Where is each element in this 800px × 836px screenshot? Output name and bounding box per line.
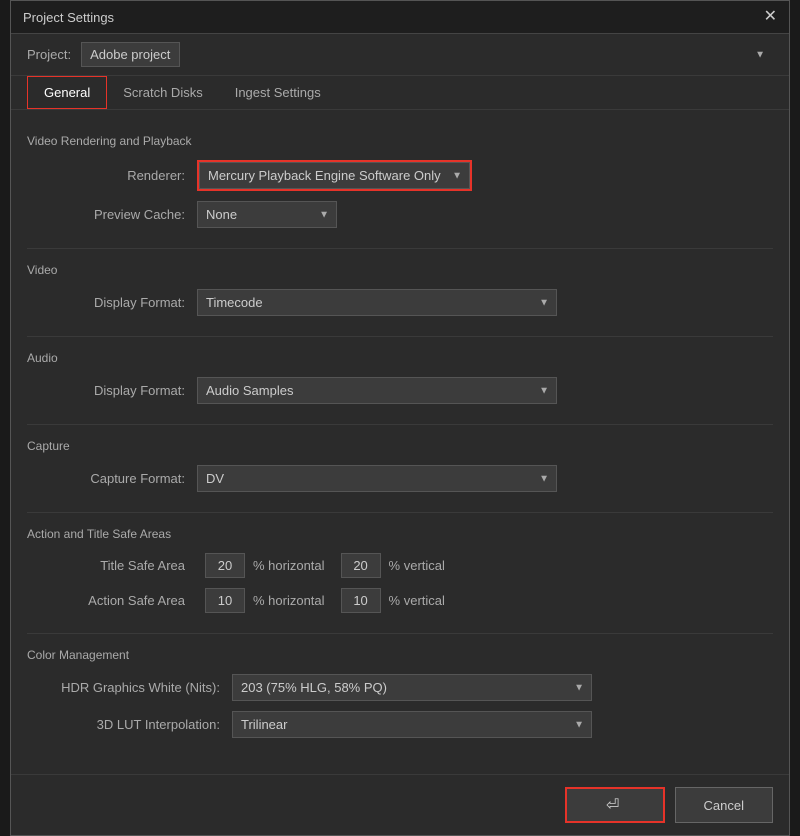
- renderer-select-wrapper: Mercury Playback Engine Software Only: [197, 160, 472, 191]
- color-management-title: Color Management: [27, 648, 773, 662]
- video-rendering-section: Video Rendering and Playback Renderer: M…: [27, 134, 773, 228]
- capture-format-select[interactable]: DV: [197, 465, 557, 492]
- project-row: Project: Adobe project: [11, 34, 789, 76]
- lut-select-wrapper: Trilinear: [232, 711, 592, 738]
- preview-cache-row: Preview Cache: None: [27, 201, 773, 228]
- lut-label: 3D LUT Interpolation:: [47, 717, 232, 732]
- audio-display-format-row: Display Format: Audio Samples: [27, 377, 773, 404]
- content-area: Video Rendering and Playback Renderer: M…: [11, 110, 789, 774]
- footer: ⏎ Cancel: [11, 774, 789, 835]
- lut-row: 3D LUT Interpolation: Trilinear: [27, 711, 773, 738]
- preview-cache-label: Preview Cache:: [47, 207, 197, 222]
- capture-title: Capture: [27, 439, 773, 453]
- hdr-row: HDR Graphics White (Nits): 203 (75% HLG,…: [27, 674, 773, 701]
- title-safe-v-input[interactable]: [341, 553, 381, 578]
- divider-3: [27, 424, 773, 425]
- video-display-format-select[interactable]: Timecode: [197, 289, 557, 316]
- video-display-format-row: Display Format: Timecode: [27, 289, 773, 316]
- renderer-select[interactable]: Mercury Playback Engine Software Only: [199, 162, 470, 189]
- tab-scratch-disks[interactable]: Scratch Disks: [107, 76, 218, 109]
- renderer-row: Renderer: Mercury Playback Engine Softwa…: [27, 160, 773, 191]
- divider-4: [27, 512, 773, 513]
- dialog-title: Project Settings: [23, 10, 114, 25]
- safe-areas-title: Action and Title Safe Areas: [27, 527, 773, 541]
- hdr-select-wrapper: 203 (75% HLG, 58% PQ): [232, 674, 592, 701]
- cancel-button[interactable]: Cancel: [675, 787, 773, 823]
- action-safe-row: Action Safe Area % horizontal % vertical: [27, 588, 773, 613]
- capture-format-row: Capture Format: DV: [27, 465, 773, 492]
- renderer-label: Renderer:: [47, 168, 197, 183]
- hdr-label: HDR Graphics White (Nits):: [47, 680, 232, 695]
- action-safe-v-input[interactable]: [341, 588, 381, 613]
- lut-select[interactable]: Trilinear: [232, 711, 592, 738]
- project-label: Project:: [27, 47, 71, 62]
- action-safe-h-unit: % horizontal: [253, 593, 325, 608]
- audio-display-format-select[interactable]: Audio Samples: [197, 377, 557, 404]
- tabs-row: General Scratch Disks Ingest Settings: [11, 76, 789, 110]
- divider-2: [27, 336, 773, 337]
- hdr-select[interactable]: 203 (75% HLG, 58% PQ): [232, 674, 592, 701]
- capture-format-label: Capture Format:: [47, 471, 197, 486]
- action-safe-v-unit: % vertical: [389, 593, 445, 608]
- audio-display-format-wrapper: Audio Samples: [197, 377, 557, 404]
- project-select-wrapper: Adobe project: [81, 42, 773, 67]
- preview-cache-select-wrapper: None: [197, 201, 337, 228]
- audio-section: Audio Display Format: Audio Samples: [27, 351, 773, 404]
- title-bar: Project Settings ✕: [11, 1, 789, 34]
- title-safe-h-input[interactable]: [205, 553, 245, 578]
- safe-areas-section: Action and Title Safe Areas Title Safe A…: [27, 527, 773, 613]
- project-select[interactable]: Adobe project: [81, 42, 180, 67]
- ok-icon: ⏎: [606, 795, 619, 815]
- video-rendering-title: Video Rendering and Playback: [27, 134, 773, 148]
- close-button[interactable]: ✕: [764, 9, 777, 25]
- title-safe-v-unit: % vertical: [389, 558, 445, 573]
- divider-1: [27, 248, 773, 249]
- title-safe-row: Title Safe Area % horizontal % vertical: [27, 553, 773, 578]
- action-safe-label: Action Safe Area: [47, 593, 197, 608]
- title-safe-h-unit: % horizontal: [253, 558, 325, 573]
- project-settings-dialog: Project Settings ✕ Project: Adobe projec…: [10, 0, 790, 836]
- preview-cache-select[interactable]: None: [197, 201, 337, 228]
- video-display-format-wrapper: Timecode: [197, 289, 557, 316]
- audio-display-format-label: Display Format:: [47, 383, 197, 398]
- tab-general[interactable]: General: [27, 76, 107, 109]
- video-title: Video: [27, 263, 773, 277]
- title-safe-label: Title Safe Area: [47, 558, 197, 573]
- color-management-section: Color Management HDR Graphics White (Nit…: [27, 648, 773, 738]
- capture-format-wrapper: DV: [197, 465, 557, 492]
- action-safe-h-input[interactable]: [205, 588, 245, 613]
- video-display-format-label: Display Format:: [47, 295, 197, 310]
- video-section: Video Display Format: Timecode: [27, 263, 773, 316]
- ok-button[interactable]: ⏎: [565, 787, 665, 823]
- tab-ingest-settings[interactable]: Ingest Settings: [219, 76, 337, 109]
- divider-5: [27, 633, 773, 634]
- capture-section: Capture Capture Format: DV: [27, 439, 773, 492]
- audio-title: Audio: [27, 351, 773, 365]
